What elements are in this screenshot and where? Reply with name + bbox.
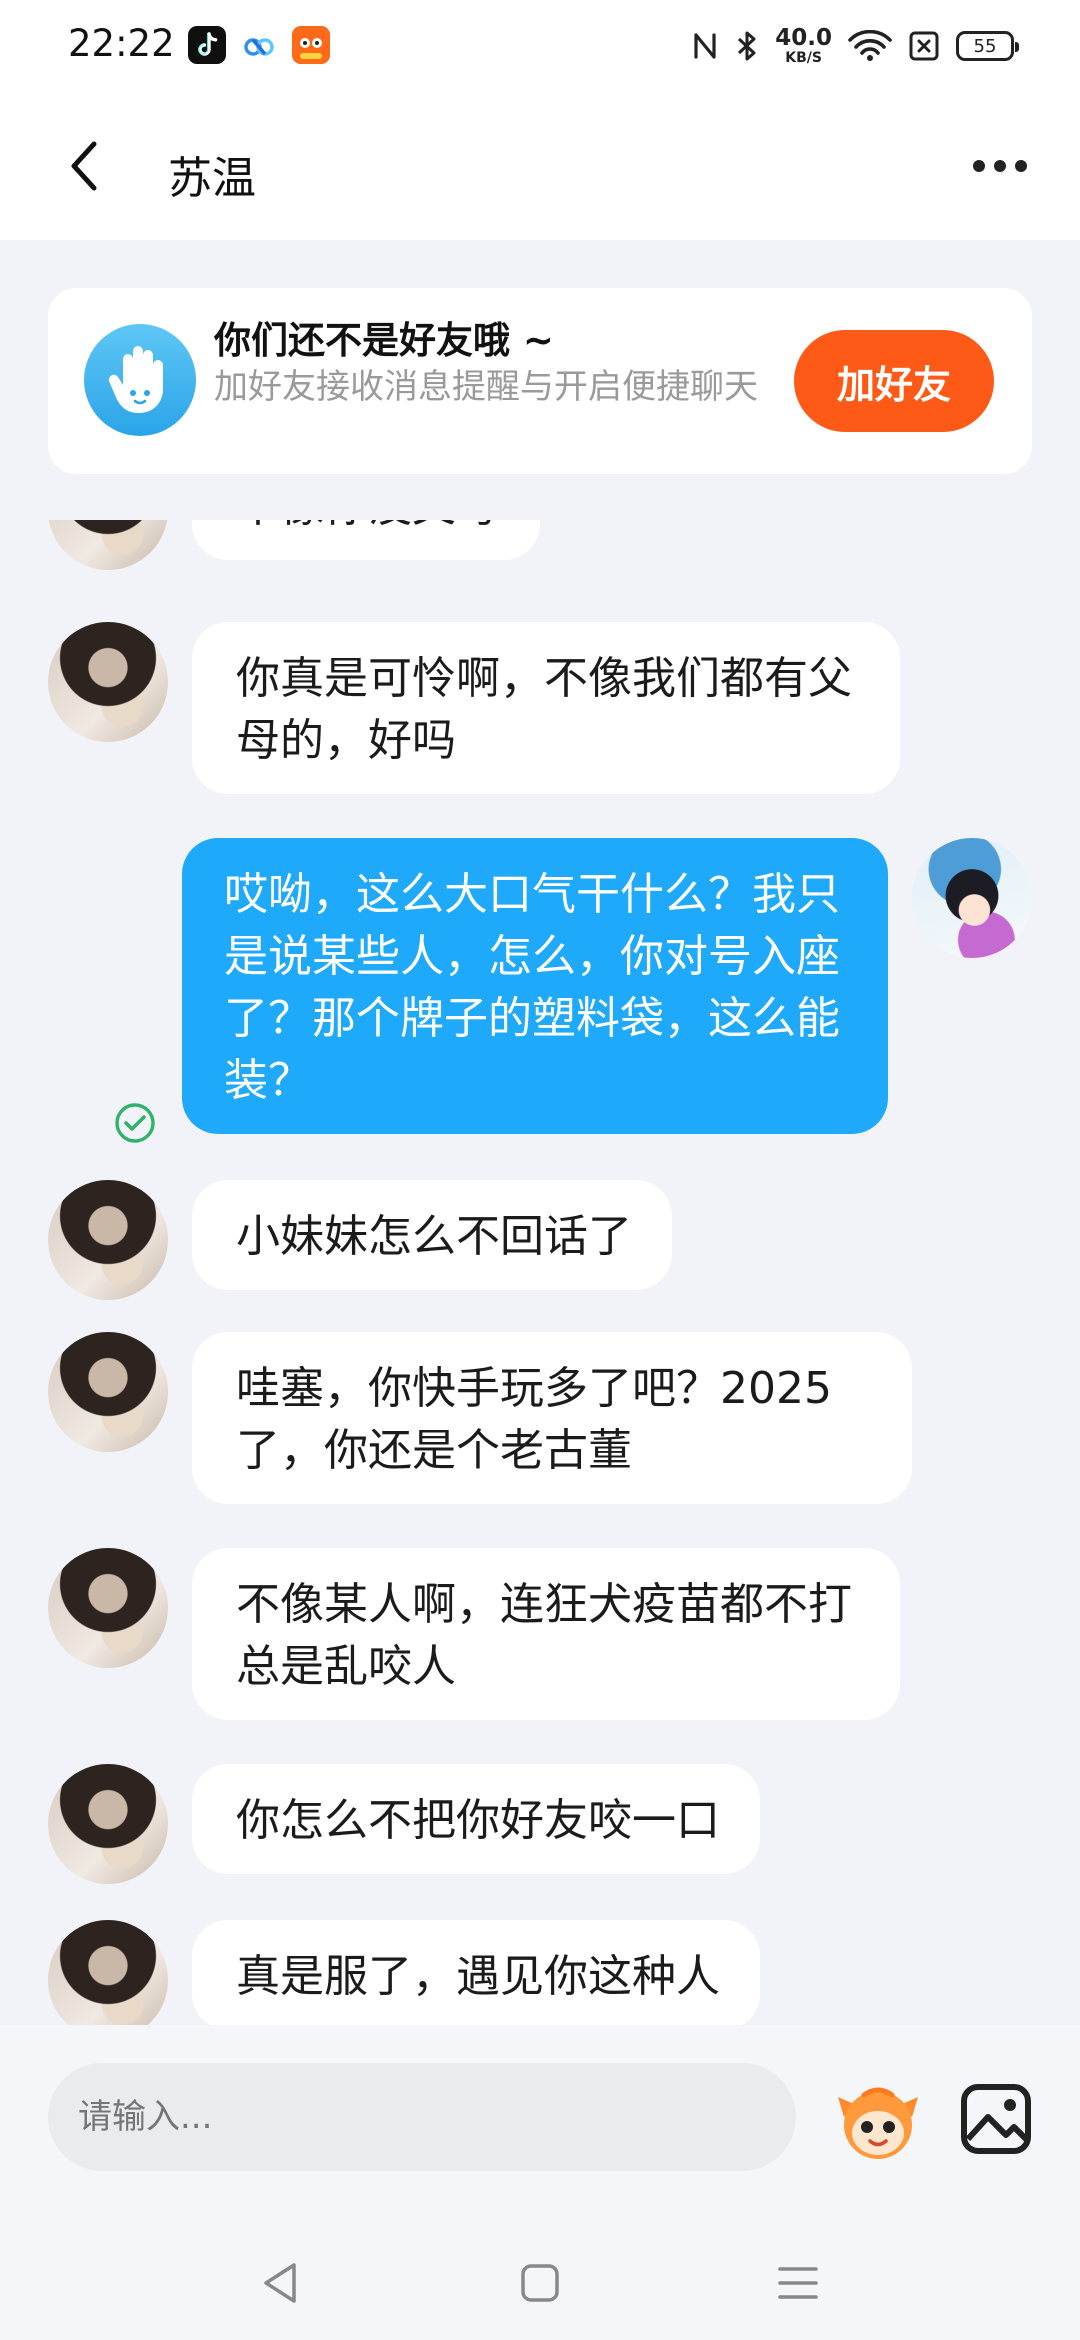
back-button[interactable] bbox=[54, 136, 114, 196]
more-dots-icon bbox=[973, 160, 985, 172]
system-nav-bar bbox=[0, 2225, 1080, 2340]
composer bbox=[0, 2025, 1080, 2225]
message-item: 哇塞，你快手玩多了吧？2025了，你还是个老古董 bbox=[0, 1332, 1080, 1512]
nfc-icon bbox=[694, 33, 716, 59]
message-bubble-self[interactable]: 哎呦，这么大口气干什么？我只是说某些人，怎么，你对号入座了？那个牌子的塑料袋，这… bbox=[182, 838, 888, 1134]
taobao-icon bbox=[292, 26, 330, 64]
message-bubble[interactable]: 哇塞，你快手玩多了吧？2025了，你还是个老古董 bbox=[192, 1332, 912, 1504]
message-bubble[interactable]: 小妹妹怎么不回话了 bbox=[192, 1180, 672, 1290]
avatar-self[interactable] bbox=[912, 838, 1032, 958]
bluetooth-icon bbox=[738, 31, 756, 61]
banner-description: 加好友接收消息提醒与开启便捷聊天 bbox=[214, 367, 758, 407]
chat-header: 苏温 bbox=[0, 96, 1080, 240]
chevron-left-icon bbox=[71, 141, 97, 191]
status-time: 22:22 bbox=[68, 22, 175, 65]
tiktok-icon bbox=[188, 26, 226, 64]
avatar[interactable] bbox=[48, 1764, 168, 1884]
wifi-icon bbox=[848, 30, 892, 61]
message-bubble[interactable]: 不像你没父母 bbox=[192, 520, 540, 560]
baidu-netdisk-icon bbox=[240, 26, 278, 64]
message-item: 不像某人啊，连狂犬疫苗都不打总是乱咬人 bbox=[0, 1548, 1080, 1728]
message-bubble[interactable]: 不像某人啊，连狂犬疫苗都不打总是乱咬人 bbox=[192, 1548, 900, 1720]
nav-home-button[interactable] bbox=[510, 2253, 570, 2313]
sim-off-icon bbox=[909, 31, 939, 61]
avatar[interactable] bbox=[48, 622, 168, 742]
chat-title: 苏温 bbox=[168, 153, 256, 204]
wave-hand-icon bbox=[84, 324, 196, 436]
nav-menu-button[interactable] bbox=[768, 2253, 828, 2313]
net-speed: 40.0 KB/S bbox=[775, 25, 832, 66]
home-square-icon bbox=[521, 2264, 559, 2302]
message-item: 不像你没父母 bbox=[0, 520, 1080, 570]
message-input[interactable] bbox=[48, 2063, 796, 2171]
more-button[interactable] bbox=[960, 136, 1040, 196]
avatar[interactable] bbox=[48, 1920, 168, 2025]
message-item: 你真是可怜啊，不像我们都有父母的，好吗 bbox=[0, 622, 1080, 802]
message-item: 小妹妹怎么不回话了 bbox=[0, 1180, 1080, 1300]
avatar[interactable] bbox=[48, 1548, 168, 1668]
banner-title: 你们还不是好友哦 ~ bbox=[214, 319, 554, 362]
message-item: 你怎么不把你好友咬一口 bbox=[0, 1764, 1080, 1884]
read-check-icon bbox=[115, 1103, 155, 1143]
message-bubble[interactable]: 真是服了，遇见你这种人 bbox=[192, 1920, 760, 2025]
battery-icon: 55 bbox=[956, 31, 1019, 61]
add-friend-banner: 你们还不是好友哦 ~ 加好友接收消息提醒与开启便捷聊天 加好友 bbox=[48, 288, 1032, 474]
image-button[interactable] bbox=[956, 2079, 1036, 2159]
emoji-button[interactable] bbox=[834, 2077, 922, 2165]
avatar[interactable] bbox=[48, 1332, 168, 1452]
message-item: 真是服了，遇见你这种人 bbox=[0, 1920, 1080, 2025]
menu-lines-icon bbox=[778, 2267, 818, 2299]
chat-screen: 22:22 40.0 KB/S 55 苏温 你们还不是好友哦 ~ 加好友接收消息… bbox=[0, 0, 1080, 2340]
message-bubble[interactable]: 你真是可怜啊，不像我们都有父母的，好吗 bbox=[192, 622, 900, 794]
avatar[interactable] bbox=[48, 520, 168, 570]
status-bar: 22:22 40.0 KB/S 55 bbox=[0, 0, 1080, 96]
message-item-self: 哎呦，这么大口气干什么？我只是说某些人，怎么，你对号入座了？那个牌子的塑料袋，这… bbox=[0, 838, 1080, 1150]
mascot-emoji-icon bbox=[838, 2087, 918, 2159]
nav-back-button[interactable] bbox=[250, 2253, 310, 2313]
back-triangle-icon bbox=[264, 2263, 296, 2303]
image-icon bbox=[961, 2084, 1031, 2154]
message-list[interactable]: 不像你没父母 你真是可怜啊，不像我们都有父母的，好吗 哎呦，这么大口气干什么？我… bbox=[0, 520, 1080, 2025]
message-bubble[interactable]: 你怎么不把你好友咬一口 bbox=[192, 1764, 760, 1874]
add-friend-button[interactable]: 加好友 bbox=[794, 330, 994, 432]
status-icons: 40.0 KB/S 55 bbox=[691, 24, 1019, 68]
avatar[interactable] bbox=[48, 1180, 168, 1300]
